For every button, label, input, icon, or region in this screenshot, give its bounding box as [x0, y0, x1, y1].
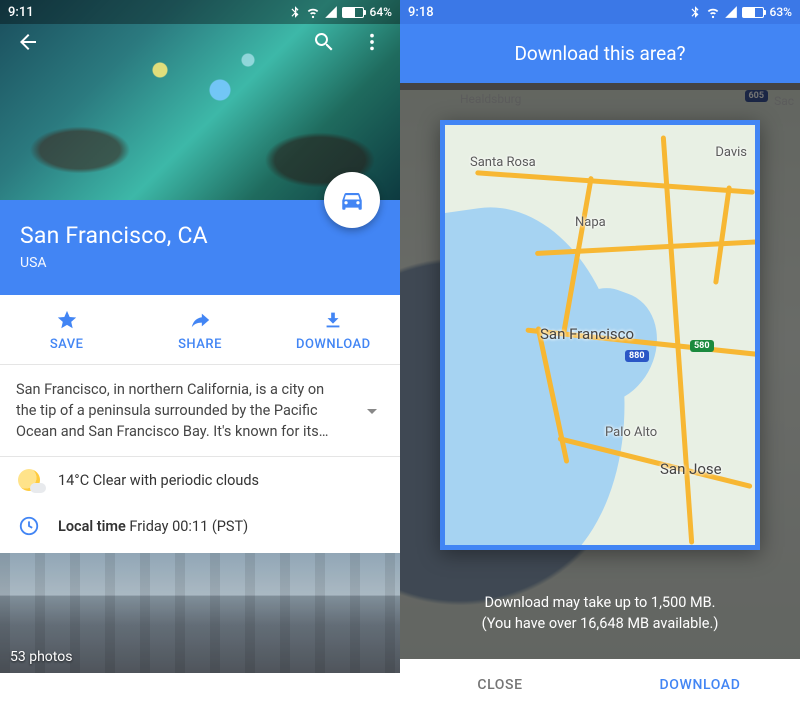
map-label-davis: Davis: [715, 145, 747, 160]
overflow-menu-button[interactable]: [360, 30, 384, 54]
weather-text: 14°C Clear with periodic clouds: [58, 472, 259, 489]
download-note-line1: Download may take up to 1,500 MB.: [424, 592, 776, 614]
local-time-row[interactable]: Local time Friday 00:11 (PST): [0, 503, 400, 549]
back-button[interactable]: [16, 30, 40, 54]
map-label-healdsburg: Healdsburg: [460, 92, 521, 106]
car-icon: [339, 187, 365, 213]
map-label-santa-rosa: Santa Rosa: [470, 155, 536, 170]
description-row[interactable]: San Francisco, in northern California, i…: [0, 365, 400, 456]
download-action-bar: CLOSE DOWNLOAD: [400, 659, 800, 711]
route-shield-880: 880: [625, 350, 649, 362]
search-icon: [312, 30, 336, 54]
status-icons: 64%: [288, 5, 392, 19]
download-note: Download may take up to 1,500 MB. (You h…: [400, 582, 800, 646]
map-label-san-francisco: San Francisco: [540, 325, 634, 343]
status-bar: 9:11 64%: [0, 0, 400, 24]
battery-percent: 63%: [770, 5, 792, 19]
road: [713, 185, 732, 285]
wifi-icon: [706, 5, 720, 19]
weather-row[interactable]: 14°C Clear with periodic clouds: [0, 457, 400, 503]
share-action[interactable]: SHARE: [133, 295, 266, 364]
map-label-napa: Napa: [575, 215, 606, 230]
place-detail-screen: 9:11 64% San Fra: [0, 0, 400, 711]
download-area-screen: 9:18 63% Download this area? Healdsburg …: [400, 0, 800, 711]
wifi-icon: [306, 5, 320, 19]
more-vert-icon: [361, 31, 383, 53]
local-time-label: Local time: [58, 518, 126, 535]
clock-icon: [18, 515, 40, 537]
bluetooth-icon: [288, 5, 302, 19]
download-label: DOWNLOAD: [296, 337, 371, 352]
share-label: SHARE: [178, 337, 222, 352]
description-text: San Francisco, in northern California, i…: [16, 379, 348, 442]
status-time: 9:11: [8, 5, 34, 20]
close-button[interactable]: CLOSE: [400, 659, 600, 711]
map-label-sacramento: Sac: [774, 94, 794, 108]
hero-image[interactable]: [0, 0, 400, 200]
arrow-back-icon: [16, 30, 40, 54]
share-icon: [189, 309, 211, 331]
battery-icon: [742, 7, 764, 18]
route-shield-580: 580: [690, 340, 714, 352]
map-label-san-jose: San Jose: [660, 460, 722, 478]
action-bar: SAVE SHARE DOWNLOAD: [0, 295, 400, 364]
route-shield-605: 605: [745, 90, 769, 102]
bluetooth-icon: [688, 5, 702, 19]
weather-icon: [18, 469, 40, 491]
local-time-value: Friday 00:11 (PST): [129, 518, 248, 535]
download-button[interactable]: DOWNLOAD: [600, 659, 800, 711]
battery-percent: 64%: [370, 5, 392, 19]
download-selection-frame[interactable]: Santa Rosa Davis Napa San Francisco 880 …: [440, 120, 760, 550]
battery-icon: [342, 7, 364, 18]
status-bar: 9:18 63%: [400, 0, 800, 24]
download-icon: [322, 309, 344, 331]
save-label: SAVE: [50, 337, 84, 352]
download-action[interactable]: DOWNLOAD: [267, 295, 400, 364]
place-title: San Francisco, CA: [20, 222, 380, 249]
search-button[interactable]: [312, 30, 336, 54]
place-info-panel: San Francisco, CA USA: [0, 200, 400, 295]
signal-icon: [324, 5, 338, 19]
download-note-line2: (You have over 16,648 MB available.): [424, 613, 776, 635]
status-time: 9:18: [408, 5, 434, 20]
road: [661, 135, 695, 544]
status-icons: 63%: [688, 5, 792, 19]
signal-icon: [724, 5, 738, 19]
save-action[interactable]: SAVE: [0, 295, 133, 364]
star-icon: [56, 309, 78, 331]
map-label-palo-alto: Palo Alto: [605, 425, 657, 440]
photos-tile[interactable]: 53 photos: [0, 553, 400, 673]
photos-count: 53 photos: [10, 649, 72, 665]
chevron-down-icon: [360, 399, 384, 423]
place-subtitle: USA: [20, 255, 380, 271]
road: [475, 170, 755, 195]
directions-fab[interactable]: [324, 172, 380, 228]
local-time-text: Local time Friday 00:11 (PST): [58, 518, 248, 535]
download-header: Download this area?: [400, 24, 800, 83]
